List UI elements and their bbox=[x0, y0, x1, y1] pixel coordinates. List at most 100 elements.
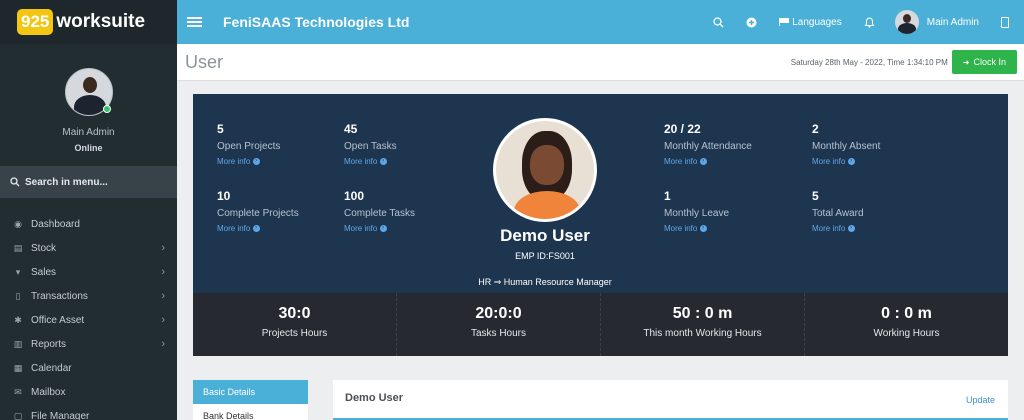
sidebar-search[interactable]: Search in menu... bbox=[0, 166, 177, 198]
stat-label: Monthly Leave bbox=[664, 208, 730, 219]
sidebar-item-label: Transactions bbox=[31, 290, 88, 302]
search-placeholder: Search in menu... bbox=[25, 176, 108, 188]
hours-label: Tasks Hours bbox=[470, 328, 526, 339]
more-info-link[interactable]: More info › bbox=[344, 224, 415, 233]
sidebar-item-label: Stock bbox=[31, 242, 57, 254]
stat-open-tasks: 45 Open Tasks More info › bbox=[344, 122, 397, 166]
more-info-link[interactable]: More info › bbox=[664, 224, 729, 233]
sidebar-item-label: Reports bbox=[31, 338, 67, 350]
office-asset-icon: ✱ bbox=[14, 314, 22, 325]
languages-menu[interactable]: Languages bbox=[779, 17, 842, 28]
card-title: Demo User bbox=[345, 392, 404, 404]
dashboard-icon: ◉ bbox=[14, 218, 22, 229]
stat-value: 1 bbox=[664, 189, 671, 203]
chevron-right-icon: › bbox=[161, 338, 165, 350]
more-info-link[interactable]: More info › bbox=[812, 157, 880, 166]
topbar: FeniSAAS Technologies Ltd Languages Main… bbox=[177, 0, 1024, 44]
user-role: HR ⇒ Human Resource Manager bbox=[478, 277, 612, 287]
languages-label: Languages bbox=[792, 16, 842, 28]
hours-label: Projects Hours bbox=[261, 328, 328, 339]
logo-text: worksuite bbox=[56, 11, 146, 32]
menu-toggle-icon[interactable] bbox=[187, 15, 202, 29]
month-working-hours: 50 : 0 m This month Working Hours bbox=[601, 293, 805, 356]
app-logo[interactable]: 925 worksuite bbox=[0, 0, 177, 44]
more-info-link[interactable]: More info › bbox=[344, 157, 397, 166]
logout-icon[interactable] bbox=[1001, 16, 1009, 28]
bell-icon[interactable] bbox=[864, 16, 875, 28]
stat-value: 5 bbox=[217, 122, 224, 136]
stat-open-projects: 5 Open Projects More info › bbox=[217, 122, 280, 166]
more-info-link[interactable]: More info › bbox=[217, 157, 280, 166]
user-photo bbox=[493, 118, 597, 222]
stat-monthly-leave: 1 Monthly Leave More info › bbox=[664, 189, 729, 233]
user-menu[interactable]: Main Admin bbox=[894, 10, 979, 34]
hours-label: This month Working Hours bbox=[643, 328, 762, 339]
logo-badge: 925 bbox=[17, 9, 54, 35]
arrow-circle-right-icon: › bbox=[847, 158, 855, 166]
arrow-circle-right-icon: › bbox=[379, 225, 387, 233]
stat-label: Total Award bbox=[812, 208, 864, 219]
hours-value: 50 : 0 m bbox=[672, 305, 733, 322]
hours-bar: 30:0 Projects Hours 20:0:0 Tasks Hours 5… bbox=[193, 293, 1008, 356]
sidebar-item-stock[interactable]: ▤ Stock › bbox=[0, 236, 177, 260]
stat-complete-tasks: 100 Complete Tasks More info › bbox=[344, 189, 415, 233]
sidebar-item-mailbox[interactable]: ✉ Mailbox bbox=[0, 380, 177, 404]
clock-in-button[interactable]: ➜ Clock In bbox=[951, 50, 1017, 74]
sidebar-profile-name: Main Admin bbox=[62, 127, 115, 138]
online-status-dot bbox=[102, 105, 111, 113]
stat-label: Monthly Attendance bbox=[664, 141, 752, 152]
stock-icon: ▤ bbox=[13, 242, 23, 253]
user-name: Main Admin bbox=[926, 16, 979, 28]
hours-label: Working Hours bbox=[873, 328, 940, 339]
more-info-link[interactable]: More info › bbox=[812, 224, 864, 233]
arrow-circle-right-icon: › bbox=[699, 225, 707, 233]
employee-id: EMP ID:FS001 bbox=[515, 251, 575, 261]
sidebar: 925 worksuite Main Admin Online Search i… bbox=[0, 0, 177, 420]
details-tabs: Basic Details Bank Details bbox=[193, 380, 308, 420]
more-info-link[interactable]: More info › bbox=[664, 157, 752, 166]
calendar-icon: ▦ bbox=[13, 362, 23, 373]
sidebar-item-calendar[interactable]: ▦ Calendar bbox=[0, 356, 177, 380]
search-icon[interactable] bbox=[713, 16, 724, 28]
datetime-display: Saturday 28th May - 2022, Time 1:34:10 P… bbox=[790, 57, 948, 67]
sidebar-item-file-manager[interactable]: ▢ File Manager bbox=[0, 404, 177, 420]
reports-icon: ▥ bbox=[13, 338, 23, 349]
page-header: User Saturday 28th May - 2022, Time 1:34… bbox=[177, 44, 1024, 81]
working-hours: 0 : 0 m Working Hours bbox=[805, 293, 1008, 356]
sidebar-item-reports[interactable]: ▥ Reports › bbox=[0, 332, 177, 356]
stat-monthly-attendance: 20 / 22 Monthly Attendance More info › bbox=[664, 122, 752, 166]
sidebar-item-label: Sales bbox=[31, 266, 57, 278]
sidebar-item-transactions[interactable]: ▯ Transactions › bbox=[0, 284, 177, 308]
chevron-right-icon: › bbox=[161, 266, 165, 278]
arrow-circle-right-icon: › bbox=[379, 158, 387, 166]
user-summary-panel: 5 Open Projects More info › 45 Open Task… bbox=[193, 94, 1008, 356]
sidebar-profile-status: Online bbox=[74, 143, 103, 153]
chevron-right-icon: › bbox=[161, 290, 165, 302]
arrow-circle-right-icon: › bbox=[252, 158, 260, 166]
stat-value: 100 bbox=[344, 189, 365, 203]
hours-value: 30:0 bbox=[278, 305, 311, 322]
search-icon bbox=[10, 177, 20, 187]
transactions-icon: ▯ bbox=[15, 290, 21, 301]
tab-basic-details[interactable]: Basic Details bbox=[193, 380, 308, 404]
sidebar-item-office-asset[interactable]: ✱ Office Asset › bbox=[0, 308, 177, 332]
mailbox-icon: ✉ bbox=[14, 386, 22, 397]
more-info-link[interactable]: More info › bbox=[217, 224, 299, 233]
update-link[interactable]: Update bbox=[966, 395, 995, 405]
sidebar-item-sales[interactable]: ▾ Sales › bbox=[0, 260, 177, 284]
chevron-right-icon: › bbox=[161, 314, 165, 326]
cart-icon: ▾ bbox=[15, 266, 21, 277]
avatar bbox=[894, 10, 919, 34]
page-title: User bbox=[185, 51, 224, 72]
user-name: Demo User bbox=[500, 226, 590, 245]
projects-hours: 30:0 Projects Hours bbox=[193, 293, 397, 356]
tasks-hours: 20:0:0 Tasks Hours bbox=[397, 293, 601, 356]
sidebar-item-dashboard[interactable]: ◉ Dashboard bbox=[0, 212, 177, 236]
stat-monthly-absent: 2 Monthly Absent More info › bbox=[812, 122, 880, 166]
clock-in-label: Clock In bbox=[973, 57, 1006, 67]
sidebar-item-label: Office Asset bbox=[31, 314, 85, 326]
stat-value: 20 / 22 bbox=[664, 122, 701, 136]
file-manager-icon: ▢ bbox=[13, 410, 23, 420]
add-circle-icon[interactable] bbox=[746, 17, 757, 28]
tab-bank-details[interactable]: Bank Details bbox=[193, 404, 308, 420]
